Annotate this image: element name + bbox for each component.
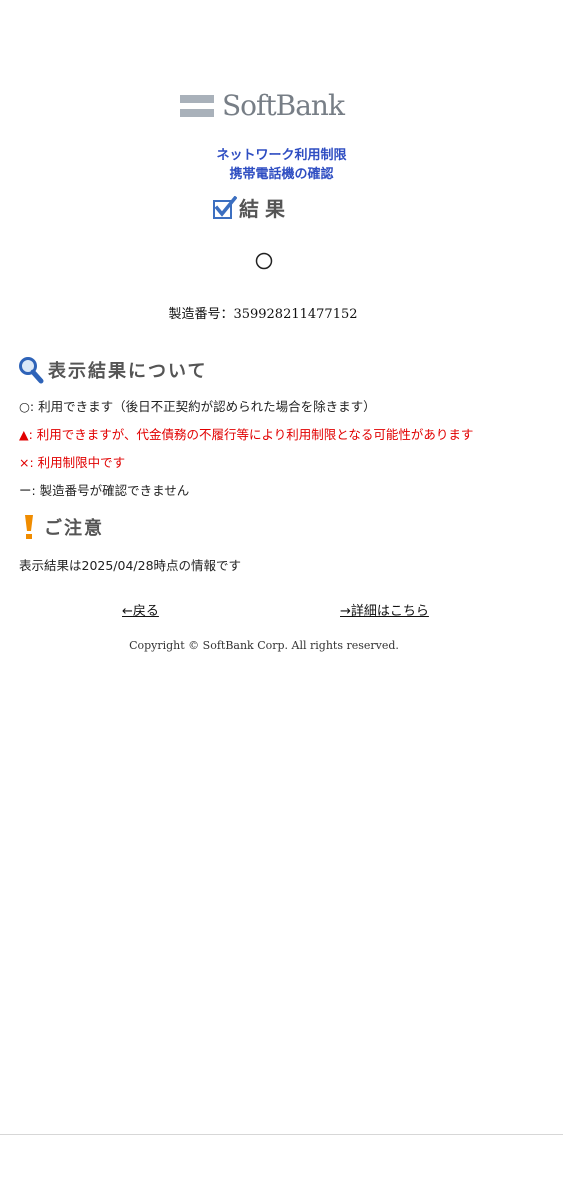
serial-number: 製造番号：359928211477152 [168,307,358,322]
softbank-logo: SoftBank [180,88,350,124]
notice-text: 表示結果は2025/04/28時点の情報です [19,558,242,573]
back-link[interactable]: ←戻る [122,600,159,619]
softbank-logo-text: SoftBank [222,89,345,122]
details-link[interactable]: →詳細はこちら [340,600,429,619]
legend-section-title: 表示結果について [48,361,208,382]
legend-item-restricted: ×: 利用制限中です [19,455,126,470]
magnifier-icon [19,357,44,384]
legend-item-available: ○: 利用できます（後日不正契約が認められた場合を除きます） [19,399,376,414]
result-status-circle-icon [255,252,273,270]
copyright: Copyright © SoftBank Corp. All rights re… [129,639,399,652]
exclamation-icon [25,515,33,539]
page-title: ネットワーク利用制限 携帯電話機の確認 [0,146,563,184]
result-heading: 結果 [213,196,291,222]
bottom-divider [0,1134,563,1135]
legend-item-possible-restriction: ▲: 利用できますが、代金債務の不履行等により利用制限となる可能性があります [19,427,474,442]
notice-section-title: ご注意 [44,518,104,539]
page-title-line2: 携帯電話機の確認 [229,167,334,182]
legend-item-unconfirmed: ー: 製造番号が確認できません [19,483,190,498]
notice-section-heading: ご注意 [18,513,104,541]
page-title-line1: ネットワーク利用制限 [216,148,347,163]
checkbox-check-icon [213,196,237,219]
softbank-logo-mark-icon [180,95,214,117]
result-heading-label: 結果 [239,197,291,221]
legend-section-heading: 表示結果について [18,356,207,384]
